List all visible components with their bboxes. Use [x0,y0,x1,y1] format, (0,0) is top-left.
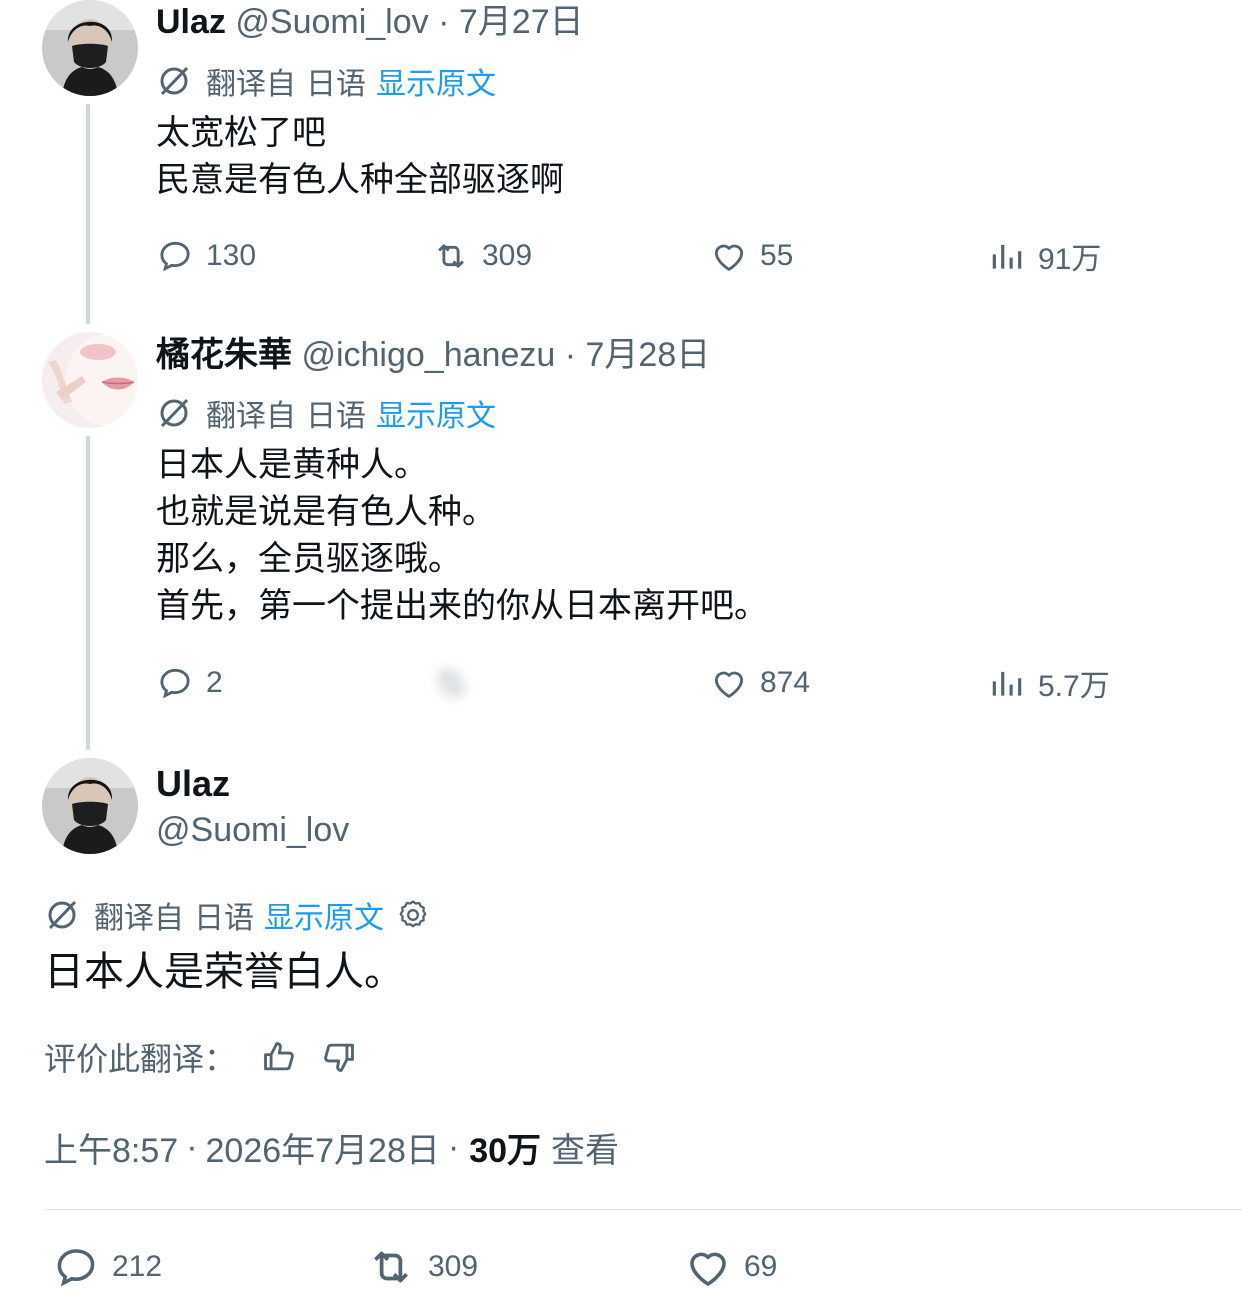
retweet-icon [374,1251,408,1283]
gear-icon[interactable] [396,898,430,932]
retweet-button[interactable]: 309 [366,1245,478,1289]
translation-bar: 翻译自 日语 显示原文 [156,393,496,433]
show-original-link[interactable]: 显示原文 [376,59,496,103]
tweet-text-line: 日本人是黄种人。 [156,446,428,484]
heart-icon [690,1252,726,1286]
avatar[interactable] [42,332,138,428]
reply-button[interactable]: 212 [52,1245,162,1289]
tweet-date[interactable]: 7月28日 [586,336,711,374]
views-button[interactable]: 91万 [988,234,1101,278]
tweet-text-line: 民意是有色人种全部驱逐啊 [156,161,564,199]
show-original-link[interactable]: 显示原文 [376,391,496,435]
view-count: 5.7万 [1038,670,1110,703]
view-count: 30万 [469,1131,542,1170]
translation-bar: 翻译自 日语 显示原文 [156,61,496,101]
tweet-header: Ulaz @Suomi_lov · 7月27日 [156,0,584,44]
rate-translation: 评价此翻译： [44,1034,358,1080]
views-button[interactable]: 5.7万 [988,661,1110,705]
separator: · [564,336,577,374]
show-original-link[interactable]: 显示原文 [264,893,384,937]
separator: · [438,3,450,41]
tweet-text: 太宽松了吧 民意是有色人种全部驱逐啊 [156,110,564,204]
reply-button[interactable]: 130 [156,234,256,278]
retweet-icon [438,671,464,695]
retweet-icon [438,244,464,268]
retweet-button[interactable] [432,661,482,705]
avatar[interactable] [42,0,138,96]
retweet-count: 309 [482,239,533,272]
reply-icon [160,668,190,699]
tweet-text-line: 太宽松了吧 [156,114,326,152]
source-language: 日语 [306,68,366,101]
tweet-text: 日本人是荣誉白人。 [44,950,404,994]
tweet-actions: 212 309 69 [0,1245,1242,1289]
like-button[interactable]: 55 [710,234,793,278]
like-count: 69 [744,1250,778,1283]
thumbs-up-icon[interactable] [260,1038,298,1076]
view-count: 91万 [1038,243,1102,276]
separator: · [186,1127,198,1166]
avatar[interactable] [42,758,138,854]
post-time[interactable]: 上午8:57 [44,1123,178,1172]
post-date[interactable]: 2026年7月28日 [206,1123,440,1172]
source-language: 日语 [306,400,366,433]
tweet-header: 橘花朱華 @ichigo_hanezu · 7月28日 [156,333,710,377]
translated-from-label: 翻译自 [94,902,184,935]
author-name[interactable]: Ulaz [156,3,226,41]
reply-icon [57,1249,95,1287]
tweet-text-line: 那么，全员驱逐哦。 [156,540,462,578]
source-language: 日语 [194,902,254,935]
author-name[interactable]: Ulaz [156,762,230,806]
reply-count: 2 [206,666,223,699]
author-handle[interactable]: @Suomi_lov [235,3,428,41]
reply-icon [160,241,190,272]
tweet-text-line: 首先，第一个提出来的你从日本离开吧。 [156,587,768,625]
retweet-count: 309 [428,1250,479,1283]
thread-connector [86,104,90,324]
tweet-text: 日本人是黄种人。 也就是说是有色人种。 那么，全员驱逐哦。 首先，第一个提出来的… [156,442,768,630]
tweet-metadata: 上午8:57 · 2026年7月28日 · 30万 查看 [44,1122,619,1172]
rate-translation-label: 评价此翻译： [44,1041,237,1077]
heart-icon [714,244,744,271]
translate-icon [48,900,77,930]
tweet-date[interactable]: 7月27日 [459,3,584,41]
reply-count: 212 [112,1250,163,1283]
translated-from-label: 翻译自 [206,400,296,433]
tweet-text-line: 也就是说是有色人种。 [156,493,496,531]
reply-button[interactable]: 2 [156,661,223,705]
translate-icon [160,398,189,428]
reply-count: 130 [206,239,257,272]
separator: · [447,1127,460,1166]
author-name[interactable]: 橘花朱華 [156,336,292,374]
views-label: 查看 [551,1131,620,1170]
like-button[interactable]: 874 [710,661,810,705]
author-handle[interactable]: @ichigo_hanezu [301,336,555,374]
tweet-actions: 130 309 55 91万 [0,234,1242,278]
author-handle[interactable]: @Suomi_lov [156,808,349,852]
translated-from-label: 翻译自 [206,68,296,101]
retweet-button[interactable]: 309 [432,234,532,278]
like-button[interactable]: 69 [684,1245,777,1289]
thumbs-down-icon[interactable] [320,1038,358,1076]
like-count: 874 [760,666,811,699]
translation-bar: 翻译自 日语 显示原文 [44,895,430,935]
divider [44,1209,1242,1210]
analytics-icon [992,671,1022,696]
tweet-actions: 2 874 5.7万 [0,661,1242,705]
analytics-icon [992,244,1022,269]
translate-icon [160,66,189,96]
like-count: 55 [760,239,794,272]
heart-icon [714,671,744,698]
